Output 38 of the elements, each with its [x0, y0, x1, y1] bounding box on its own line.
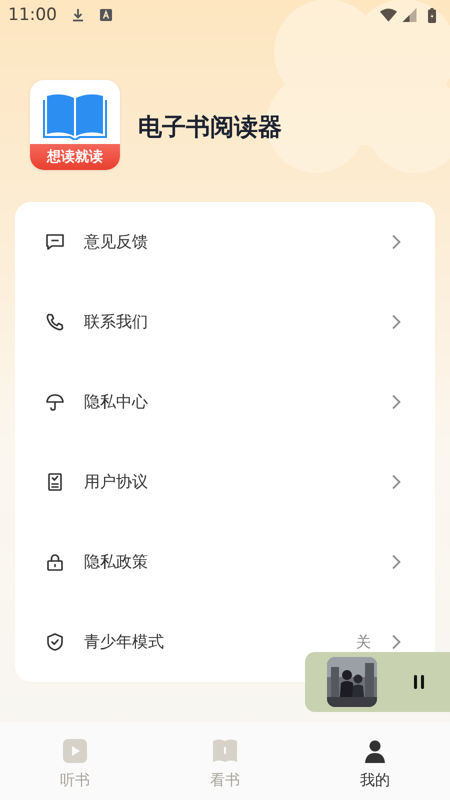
umbrella-icon — [45, 392, 65, 412]
signal-icon — [401, 8, 418, 22]
download-icon — [71, 8, 85, 22]
checklist-icon — [45, 472, 65, 492]
wifi-icon — [380, 8, 397, 22]
phone-icon — [45, 312, 65, 332]
book-icon — [211, 736, 239, 764]
menu-label: 用户协议 — [84, 472, 149, 492]
app-name: 电子书阅读器 — [138, 112, 282, 143]
menu-item[interactable]: 联系我们 — [15, 282, 435, 362]
lock-icon — [45, 552, 65, 572]
keyboard-badge-icon — [99, 8, 113, 22]
menu-label: 联系我们 — [84, 312, 149, 332]
menu-item[interactable]: 青少年模式 关 — [15, 602, 435, 682]
menu-label: 青少年模式 — [84, 632, 165, 652]
chevron-right-icon — [391, 394, 401, 410]
menu-item[interactable]: 意见反馈 — [15, 202, 435, 282]
chevron-right-icon — [391, 554, 401, 570]
menu-item[interactable]: 隐私政策 — [15, 522, 435, 602]
menu-label: 意见反馈 — [84, 232, 149, 252]
status-time: 11:00 — [8, 5, 57, 25]
play-icon — [61, 736, 89, 764]
menu-item[interactable]: 隐私中心 — [15, 362, 435, 442]
chevron-right-icon — [391, 314, 401, 330]
shield-icon — [45, 632, 65, 652]
book-icon — [43, 92, 107, 140]
menu-label: 隐私中心 — [84, 392, 149, 412]
pause-icon — [413, 674, 425, 690]
chevron-right-icon — [391, 634, 401, 650]
battery-icon — [428, 8, 436, 22]
logo-caption: 想读就读 — [30, 144, 120, 170]
menu-item[interactable]: 用户协议 — [15, 442, 435, 522]
feedback-icon — [45, 232, 65, 252]
chevron-right-icon — [391, 234, 401, 250]
menu-label: 隐私政策 — [84, 552, 149, 572]
tab[interactable]: 我的 — [300, 722, 450, 800]
chevron-right-icon — [391, 474, 401, 490]
setting-value: 关 — [356, 632, 371, 652]
